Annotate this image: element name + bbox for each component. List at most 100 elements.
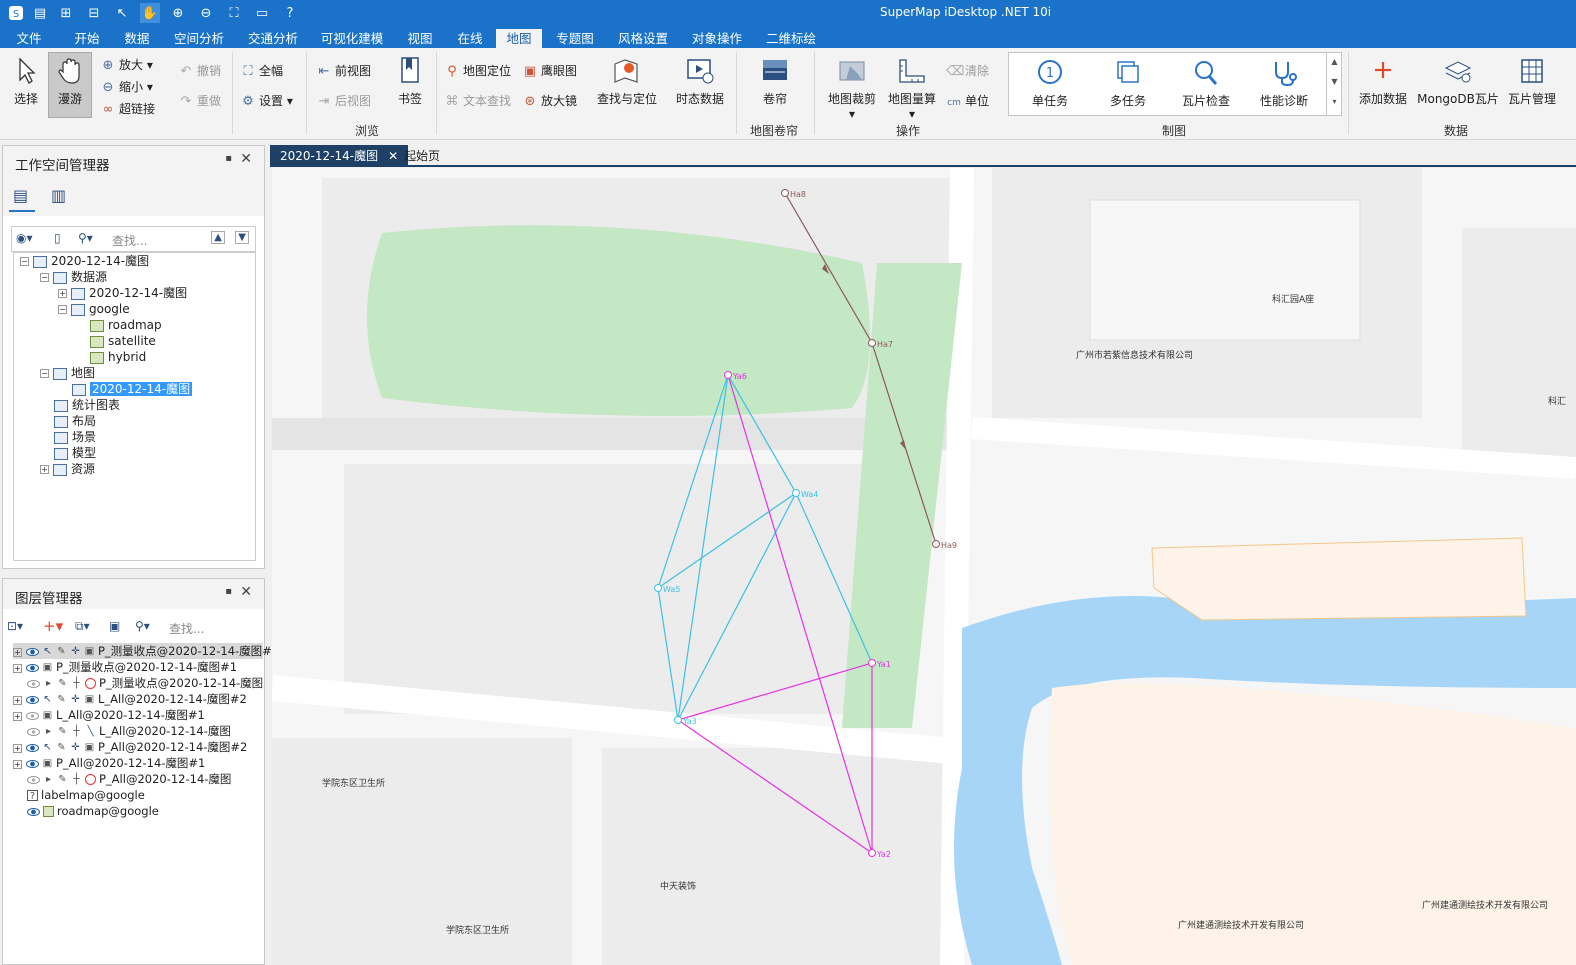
layer-item[interactable]: ▸ ✎ ┼ ╲ L_All@2020-12-14-魔图	[27, 723, 231, 739]
selectable-icon[interactable]: ↖	[42, 742, 53, 753]
layer-item[interactable]: + ↖ ✎ ✛ ▣ P_All@2020-12-14-魔图#2	[13, 739, 247, 755]
expand-icon[interactable]: +	[13, 648, 22, 657]
label-icon[interactable]: ▣	[84, 646, 95, 657]
close-icon[interactable]: ✕	[240, 151, 252, 167]
add-data-button[interactable]: 添加数据	[1354, 56, 1412, 107]
layer-item[interactable]: ? labelmap@google	[27, 787, 145, 803]
tree-models[interactable]: 模型	[54, 445, 96, 461]
editable-icon[interactable]: ✎	[56, 742, 67, 753]
zoom-in-icon[interactable]: ⊕	[168, 3, 188, 23]
layer-item[interactable]: + ▣ P_测量收点@2020-12-14-魔图#1	[13, 659, 237, 675]
settings-button[interactable]: ⚙ 设置 ▾	[240, 92, 293, 109]
expand-icon[interactable]: +	[13, 696, 22, 705]
tab-start[interactable]: 开始	[66, 29, 108, 48]
next-view-button[interactable]: ⇥ 后视图	[316, 92, 371, 109]
tab-visual-modeling[interactable]: 可视化建模	[316, 29, 388, 48]
zoom-out-button[interactable]: ⊖ 缩小 ▾	[100, 78, 153, 95]
editable-icon[interactable]: ✎	[57, 774, 68, 785]
layer-item[interactable]: + ▣ L_All@2020-12-14-魔图#1	[13, 707, 205, 723]
select-tool-icon[interactable]: ↖	[112, 3, 132, 23]
text-search-button[interactable]: ⌘ 文本查找	[444, 92, 512, 109]
label-icon[interactable]: ▣	[84, 742, 95, 753]
down-arrow-icon[interactable]: ▼	[235, 231, 249, 244]
workspace-tree-icon[interactable]: ▤	[13, 186, 28, 205]
snap-icon[interactable]: ✛	[70, 694, 81, 705]
eye-dropdown-icon[interactable]: ◉▾	[16, 231, 33, 245]
editable-icon[interactable]: ✎	[56, 646, 67, 657]
expand-icon[interactable]: +	[13, 664, 22, 673]
tab-file[interactable]: 文件	[8, 29, 50, 48]
tree-dataset-roadmap[interactable]: roadmap	[90, 317, 162, 333]
selectable-icon[interactable]: ▸	[43, 678, 54, 689]
new-layer-icon[interactable]: ⊡▾	[7, 619, 23, 633]
layer-item[interactable]: + ↖ ✎ ✛ ▣ P_测量收点@2020-12-14-魔图#	[13, 643, 272, 659]
layer-item[interactable]: ▸ ✎ ┼ P_测量收点@2020-12-14-魔图	[27, 675, 263, 691]
hidden-eye-icon[interactable]	[27, 679, 40, 688]
magnifier-button[interactable]: ⊛ 放大镜	[522, 92, 577, 109]
visible-eye-icon[interactable]	[26, 663, 39, 672]
new-window-icon[interactable]: ⊞	[56, 3, 76, 23]
visible-eye-icon[interactable]	[26, 743, 39, 752]
help-icon[interactable]: ?	[280, 3, 300, 23]
map-measure-button[interactable]: 地图量算 ▾	[884, 56, 940, 121]
selectable-icon[interactable]: ↖	[42, 694, 53, 705]
zoom-out-icon[interactable]: ⊖	[196, 3, 216, 23]
visible-eye-icon[interactable]	[26, 695, 39, 704]
map-canvas[interactable]: 科汇园A座 广州市若紫信息技术有限公司 科汇 学院东区卫生所 中天装饰 学院东区…	[272, 168, 1576, 965]
tab-online[interactable]: 在线	[450, 29, 490, 48]
up-arrow-icon[interactable]: ▲	[211, 231, 225, 244]
pan-tool-icon[interactable]: ✋	[140, 3, 160, 23]
expand-icon[interactable]: +	[58, 289, 67, 298]
tile-manage-button[interactable]: 瓦片管理	[1504, 56, 1560, 107]
editable-icon[interactable]: ✎	[57, 726, 68, 737]
open-folder-icon[interactable]: ▭	[252, 3, 272, 23]
editable-icon[interactable]: ✎	[56, 694, 67, 705]
gallery-scroll[interactable]: ▲ ▼ ▾	[1326, 52, 1342, 116]
tab-map-document[interactable]: 2020-12-14-魔图 ✕	[270, 145, 409, 167]
tab-traffic-analysis[interactable]: 交通分析	[242, 29, 304, 48]
pin-icon[interactable]: ▪	[225, 586, 232, 597]
layer-item[interactable]: + ↖ ✎ ✛ ▣ L_All@2020-12-14-魔图#2	[13, 691, 247, 707]
layer-item[interactable]: + ▣ P_All@2020-12-14-魔图#1	[13, 755, 205, 771]
single-task-button[interactable]: 1 单任务	[1022, 58, 1078, 109]
find-locate-button[interactable]: 查找与定位	[592, 56, 662, 107]
layer-props-icon[interactable]: ▣	[109, 619, 120, 633]
map-locate-button[interactable]: ⚲ 地图定位	[444, 62, 511, 79]
editable-icon[interactable]: ✎	[57, 678, 68, 689]
selectable-icon[interactable]: ▸	[43, 774, 54, 785]
tree-datasources[interactable]: − 数据源	[40, 269, 107, 285]
workspace-search-input[interactable]: 查找...	[112, 232, 147, 249]
tree-dataset-hybrid[interactable]: hybrid	[90, 349, 146, 365]
unit-button[interactable]: cm 单位	[946, 92, 989, 109]
tree-charts[interactable]: 统计图表	[54, 397, 120, 413]
multi-task-button[interactable]: 多任务	[1100, 58, 1156, 109]
selectable-icon[interactable]: ↖	[42, 646, 53, 657]
bookmark-button[interactable]: 书签	[390, 56, 430, 107]
tree-scenes[interactable]: 场景	[54, 429, 96, 445]
prev-view-button[interactable]: ⇤ 前视图	[316, 62, 371, 79]
tab-spatial-analysis[interactable]: 空间分析	[168, 29, 230, 48]
collapse-icon[interactable]: −	[20, 257, 29, 266]
full-extent-button[interactable]: ⛶ 全幅	[240, 62, 283, 79]
snap-icon[interactable]: ┼	[71, 678, 82, 689]
search-icon[interactable]: ⚲▾	[135, 619, 150, 633]
expand-icon[interactable]: +	[40, 465, 49, 474]
expand-icon[interactable]: +	[13, 744, 22, 753]
save-icon[interactable]: ▤	[30, 3, 50, 23]
expand-icon[interactable]: +	[13, 712, 22, 721]
eagle-eye-button[interactable]: ▣ 鹰眼图	[522, 62, 577, 79]
mongodb-tiles-button[interactable]: MongoDB瓦片	[1416, 56, 1500, 107]
collapse-icon[interactable]: −	[40, 369, 49, 378]
swipe-button[interactable]: 卷帘	[752, 56, 798, 107]
tree-workspace-root[interactable]: − 2020-12-14-魔图	[20, 253, 149, 269]
layer-search-input[interactable]: 查找...	[169, 620, 204, 637]
layer-item[interactable]: ▸ ✎ ┼ P_All@2020-12-14-魔图	[27, 771, 231, 787]
hidden-eye-icon[interactable]	[27, 775, 40, 784]
tab-data[interactable]: 数据	[116, 29, 158, 48]
time-data-button[interactable]: 时态数据	[672, 56, 728, 107]
tab-start-page[interactable]: 起始页	[394, 145, 450, 167]
selectable-icon[interactable]: ▸	[43, 726, 54, 737]
tree-resources[interactable]: + 资源	[40, 461, 95, 477]
tree-map-item[interactable]: 2020-12-14-魔图	[72, 381, 193, 397]
label-icon[interactable]: ▣	[84, 694, 95, 705]
